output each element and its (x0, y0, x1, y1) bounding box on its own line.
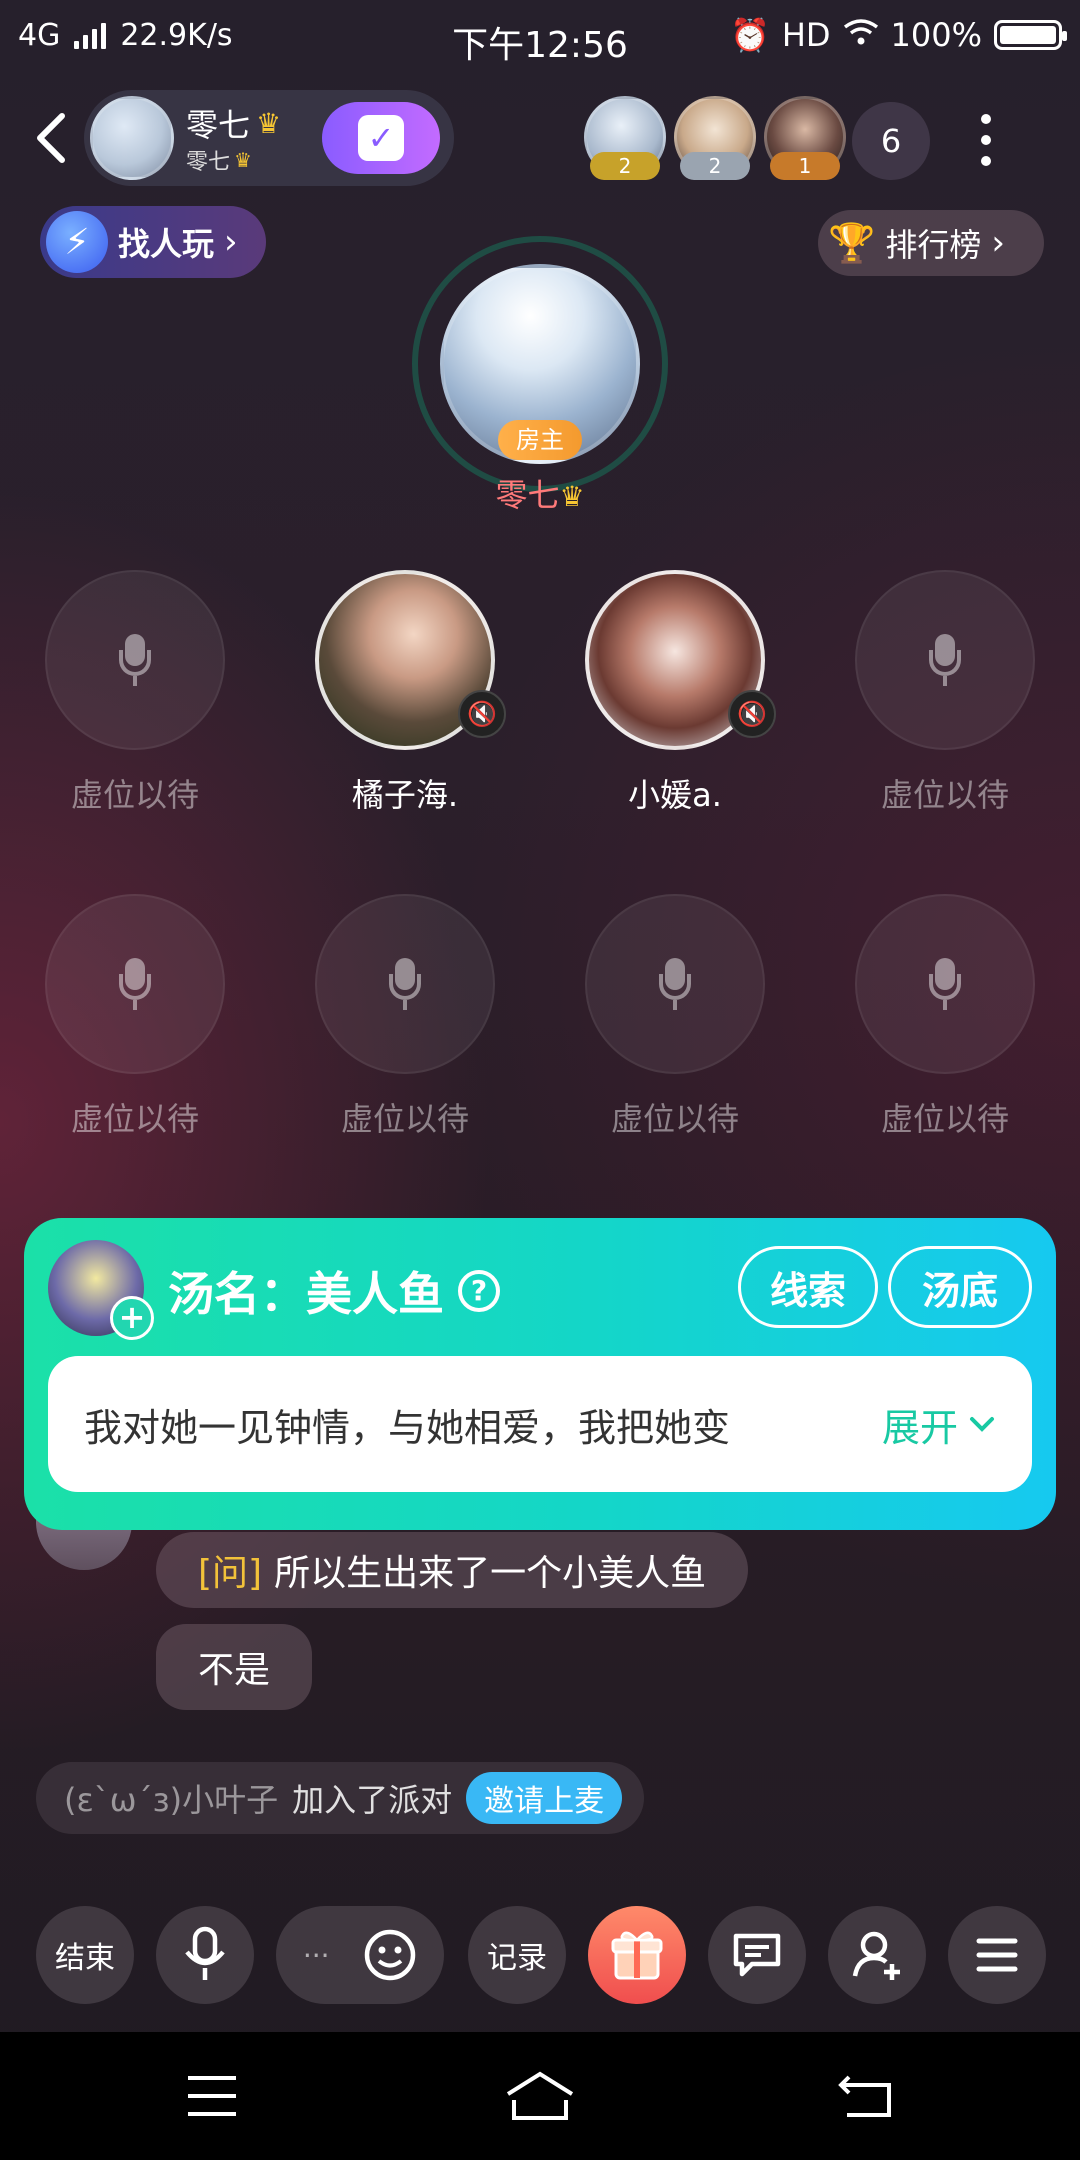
room-avatar[interactable] (90, 96, 174, 180)
empty-seat[interactable] (855, 894, 1035, 1074)
mic-toggle-button[interactable] (156, 1906, 254, 2004)
question-tag: [问] (198, 1553, 263, 1594)
audience-count[interactable]: 6 (852, 102, 930, 180)
more-dots[interactable]: ··· (303, 1939, 330, 1972)
microphone-icon (387, 958, 423, 1010)
seat-label: 虚位以待 (610, 1100, 739, 1138)
crown-icon: ♛ (234, 148, 252, 172)
answer-button[interactable]: 汤底 (888, 1246, 1032, 1328)
hamburger-icon (976, 1938, 1018, 1972)
seat-label: 虚位以待 (70, 776, 199, 814)
chevron-right-icon: › (224, 222, 238, 262)
soup-body: 我对她一见钟情，与她相爱，我把她变 展开 (48, 1356, 1032, 1492)
seat-label: 虚位以待 (70, 1100, 199, 1138)
microphone-icon (117, 634, 153, 686)
microphone-icon (657, 958, 693, 1010)
host-tag: 房主 (498, 420, 582, 460)
menu-button[interactable] (948, 1906, 1046, 2004)
end-button[interactable]: 结束 (36, 1906, 134, 2004)
soup-title-text: 汤名：美人鱼 (168, 1267, 444, 1321)
help-icon[interactable]: ? (458, 1270, 500, 1312)
add-user-icon (852, 1931, 900, 1980)
microphone-icon (927, 958, 963, 1010)
leaderboard-label: 排行榜 (885, 226, 982, 264)
emoji-group[interactable]: ··· (276, 1906, 444, 2004)
leaderboard-button[interactable]: 🏆 排行榜 › (818, 210, 1044, 276)
back-button[interactable] (28, 108, 72, 168)
mic-muted-icon: 🔇 (728, 690, 776, 738)
room-title: 零七 ♛ (186, 100, 281, 146)
seat-label: 小媛a. (628, 776, 722, 814)
seat-label: 虚位以待 (340, 1100, 469, 1138)
status-bar: 4G 22.9K/s 下午12:56 ⏰ HD 100% (0, 0, 1080, 74)
microphone-icon (927, 634, 963, 686)
chat-bubble-question: [问] 所以生出来了一个小美人鱼 (156, 1532, 749, 1608)
trophy-icon: 🏆 (828, 220, 876, 265)
microphone-icon (185, 1926, 225, 1980)
question-text: 所以生出来了一个小美人鱼 (274, 1553, 707, 1594)
mic-muted-icon: 🔇 (458, 690, 506, 738)
empty-seat[interactable] (585, 894, 765, 1074)
clue-button[interactable]: 线索 (738, 1246, 878, 1328)
chevron-right-icon: › (991, 223, 1005, 263)
recent-apps-icon[interactable] (182, 2070, 242, 2122)
room-title-text: 零七 (186, 106, 251, 144)
host-name-text: 零七 (495, 476, 560, 514)
alarm-icon: ⏰ (729, 16, 770, 54)
seat-label: 橘子海. (351, 776, 459, 814)
more-icon[interactable] (966, 108, 1006, 172)
joined-action: 加入了派对 (292, 1781, 453, 1819)
checkmark-icon: ✓ (358, 115, 404, 161)
empty-seat[interactable] (315, 894, 495, 1074)
crown-icon: ♛ (256, 106, 282, 140)
battery-icon (994, 20, 1067, 50)
empty-seat[interactable] (855, 570, 1035, 750)
room-subtitle: 零七 ♛ (186, 144, 252, 176)
add-icon[interactable]: + (110, 1296, 154, 1340)
record-button[interactable]: 记录 (468, 1906, 566, 2004)
system-message: (ε`ω´з)小叶子 加入了派对 邀请上麦 (36, 1762, 644, 1834)
lightning-icon: ⚡ (46, 211, 108, 273)
expand-label: 展开 (881, 1405, 958, 1450)
joined-user-name: (ε`ω´з)小叶子 (64, 1781, 279, 1819)
reply-text: 不是 (198, 1650, 271, 1691)
chat-bubble-reply: 不是 (156, 1624, 313, 1710)
soup-text: 我对她一见钟情，与她相爱，我把她变 (84, 1405, 731, 1450)
host-name: 零七♛ (0, 470, 1080, 516)
chevron-left-icon (37, 113, 65, 163)
expand-button[interactable]: 展开 (882, 1397, 996, 1452)
soup-title: 汤名：美人鱼 ? (168, 1258, 500, 1324)
seat-label: 虚位以待 (880, 1100, 1009, 1138)
audience-badge: 1 (770, 152, 840, 180)
add-friend-button[interactable] (828, 1906, 926, 2004)
gift-icon (611, 1931, 663, 1980)
hd-label: HD (781, 16, 831, 54)
battery-percent: 100% (890, 16, 982, 54)
room-subtitle-text: 零七 (186, 150, 231, 175)
invite-to-mic-button[interactable]: 邀请上麦 (466, 1772, 623, 1824)
empty-seat[interactable] (45, 570, 225, 750)
status-right: ⏰ HD 100% (729, 16, 1067, 54)
checkin-button[interactable]: ✓ (322, 102, 440, 174)
crown-icon: ♛ (559, 480, 585, 513)
message-icon (733, 1933, 781, 1977)
audience-badge: 2 (680, 152, 750, 180)
back-nav-icon[interactable] (836, 2070, 896, 2122)
seat-label: 虚位以待 (880, 776, 1009, 814)
chat-button[interactable] (708, 1906, 806, 2004)
emoji-icon[interactable] (363, 1928, 417, 1982)
wifi-icon (843, 16, 879, 54)
find-players-label: 找人玩 (118, 225, 215, 263)
audience-badge: 2 (590, 152, 660, 180)
microphone-icon (117, 958, 153, 1010)
chevron-down-icon (970, 1417, 994, 1432)
gift-button[interactable] (588, 1906, 686, 2004)
empty-seat[interactable] (45, 894, 225, 1074)
home-icon[interactable] (504, 2070, 576, 2122)
find-players-button[interactable]: ⚡ 找人玩 › (40, 206, 266, 278)
